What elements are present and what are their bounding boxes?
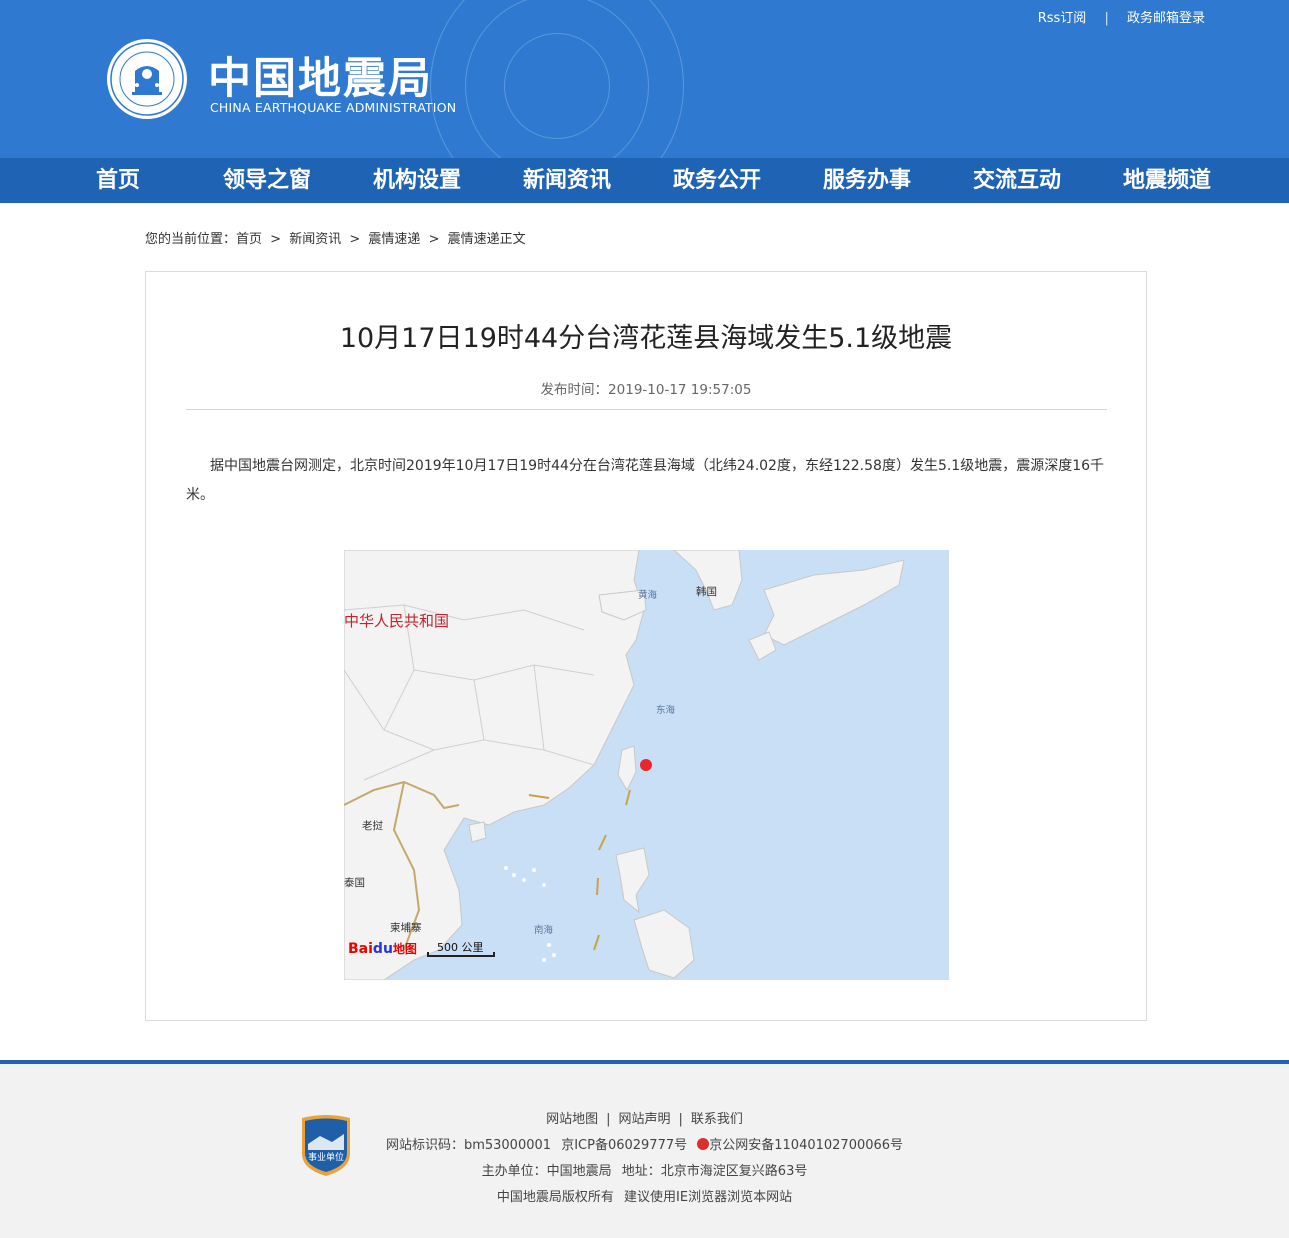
header-link-separator: | <box>1104 11 1109 26</box>
article-date: 发布时间：2019-10-17 19:57:05 <box>146 378 1146 398</box>
breadcrumb-home[interactable]: 首页 <box>236 232 262 247</box>
map-label-yellow-sea: 黄海 <box>638 590 658 601</box>
decor-ring <box>430 0 684 158</box>
map-land-korea <box>673 550 743 611</box>
main-nav: 首页 领导之窗 机构设置 新闻资讯 政务公开 服务办事 交流互动 地震频道 <box>0 158 1289 203</box>
article-date-value: 2019-10-17 19:57:05 <box>608 382 752 398</box>
footer-statement-link[interactable]: 网站声明 <box>618 1112 670 1127</box>
footer-icp[interactable]: 京ICP备06029777号 <box>561 1138 687 1153</box>
mail-login-link[interactable]: 政务邮箱登录 <box>1127 7 1205 26</box>
breadcrumb-news[interactable]: 新闻资讯 <box>289 232 341 247</box>
nav-services[interactable]: 服务办事 <box>823 158 911 203</box>
footer-copyright-text: 中国地震局版权所有 <box>496 1190 614 1205</box>
map-label-thailand: 泰国 <box>344 877 365 889</box>
nav-news[interactable]: 新闻资讯 <box>523 158 611 203</box>
footer-separator: | <box>606 1112 611 1127</box>
baidu-logo-map: 地图 <box>392 942 417 956</box>
map-label-cambodia: 柬埔寨 <box>390 922 422 934</box>
footer-address: 地址：北京市海淀区复兴路63号 <box>621 1164 808 1179</box>
footer-contact-link[interactable]: 联系我们 <box>691 1112 743 1127</box>
breadcrumb-separator: > <box>349 232 361 247</box>
breadcrumb-separator: > <box>270 232 282 247</box>
footer-site-id: 网站标识码：bm53000001 <box>385 1138 552 1153</box>
footer-browser-tip: 建议使用IE浏览器浏览本网站 <box>624 1190 793 1205</box>
nav-home[interactable]: 首页 <box>96 158 140 203</box>
epicenter-map[interactable]: 中华人民共和国 韩国 黄海 东海 老挝 泰国 柬埔寨 南海 Baidu地图 50… <box>344 550 949 980</box>
footer-sitemap-link[interactable]: 网站地图 <box>546 1112 598 1127</box>
site-footer: 事业单位 网站地图 | 网站声明 | 联系我们 网站标识码：bm53000001 京IC… <box>0 1060 1289 1238</box>
breadcrumb-prefix: 您的当前位置： <box>145 232 237 247</box>
map-scale-bar <box>427 952 495 957</box>
nav-leadership[interactable]: 领导之窗 <box>223 158 311 203</box>
nav-organization[interactable]: 机构设置 <box>373 158 461 203</box>
baidu-logo-bai: Bai <box>348 941 373 957</box>
map-label-east-sea: 东海 <box>656 705 676 716</box>
footer-registration: 网站标识码：bm53000001 京ICP备06029777号 京公网安备110… <box>0 1134 1289 1153</box>
cea-emblem-icon[interactable] <box>105 37 189 121</box>
footer-police-record[interactable]: 京公网安备11040102700066号 <box>709 1138 903 1153</box>
nav-interaction[interactable]: 交流互动 <box>973 158 1061 203</box>
header-links: Rss订阅 | 政务邮箱登录 <box>1038 7 1205 26</box>
nav-earthquake-channel[interactable]: 地震频道 <box>1123 158 1211 203</box>
map-land-taiwan <box>617 745 637 792</box>
rss-link[interactable]: Rss订阅 <box>1038 7 1087 26</box>
article-panel: 10月17日19时44分台湾花莲县海域发生5.1级地震 发布时间：2019-10… <box>145 271 1147 1021</box>
footer-links: 网站地图 | 网站声明 | 联系我们 <box>0 1108 1289 1127</box>
article-body: 据中国地震台网测定，北京时间2019年10月17日19时44分在台湾花莲县海域（… <box>186 458 1105 503</box>
baidu-logo-du: du <box>372 941 393 957</box>
nav-gov-affairs[interactable]: 政务公开 <box>673 158 761 203</box>
article-divider <box>186 409 1107 410</box>
article-title: 10月17日19时44分台湾花莲县海域发生5.1级地震 <box>339 323 953 354</box>
site-logo-subtitle: CHINA EARTHQUAKE ADMINISTRATION <box>210 100 457 115</box>
map-label-south-sea: 南海 <box>534 925 554 936</box>
map-label-korea: 韩国 <box>696 586 717 598</box>
breadcrumb-separator: > <box>428 232 440 247</box>
baidu-map-logo[interactable]: Baidu地图 <box>348 940 417 957</box>
site-header: Rss订阅 | 政务邮箱登录 中国地震局 CHINA EARTHQUAKE AD… <box>0 0 1289 158</box>
breadcrumb-current[interactable]: 震情速递正文 <box>448 232 526 247</box>
breadcrumb: 您的当前位置：首页 > 新闻资讯 > 震情速递 > 震情速递正文 <box>145 228 530 247</box>
map-land-luzon <box>615 847 650 914</box>
footer-host: 主办单位：中国地震局 地址：北京市海淀区复兴路63号 <box>0 1160 1289 1179</box>
police-badge-icon <box>697 1138 710 1150</box>
breadcrumb-quake-express[interactable]: 震情速递 <box>368 232 420 247</box>
footer-copyright: 中国地震局版权所有 建议使用IE浏览器浏览本网站 <box>0 1186 1289 1205</box>
site-logo-title[interactable]: 中国地震局 <box>208 44 433 106</box>
map-label-china: 中华人民共和国 <box>344 612 450 630</box>
map-land-japan <box>763 559 905 646</box>
map-land-hainan <box>468 821 487 843</box>
footer-host-unit: 主办单位：中国地震局 <box>481 1164 612 1179</box>
map-land-visayas <box>633 909 695 979</box>
epicenter-marker <box>640 759 652 771</box>
map-scale: 500 公里 <box>427 939 495 961</box>
article-date-label: 发布时间： <box>540 382 609 398</box>
map-label-laos: 老挝 <box>362 820 383 832</box>
map-islands <box>504 866 556 962</box>
footer-separator: | <box>678 1112 683 1127</box>
